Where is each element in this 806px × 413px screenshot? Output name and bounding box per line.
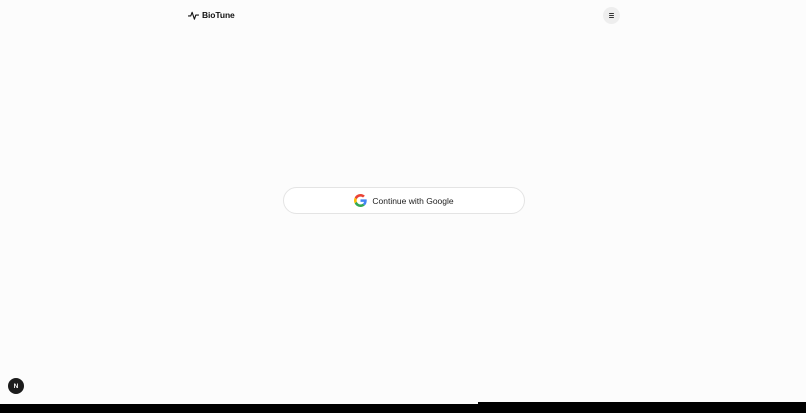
menu-button[interactable] <box>603 6 620 24</box>
bottom-bar-right <box>478 402 806 413</box>
hamburger-icon <box>609 12 614 18</box>
brand-name: BioTune <box>202 10 235 20</box>
bottom-bar-left <box>0 404 478 413</box>
header: BioTune <box>188 6 620 24</box>
dev-tools-badge[interactable]: N <box>8 378 24 394</box>
page: BioTune Continue with Google N <box>0 0 806 413</box>
brand-link[interactable]: BioTune <box>188 10 235 21</box>
continue-with-google-button[interactable]: Continue with Google <box>283 187 525 214</box>
dev-badge-letter: N <box>13 382 19 390</box>
pulse-icon <box>188 10 199 21</box>
google-button-label: Continue with Google <box>372 195 454 206</box>
google-icon <box>354 194 368 207</box>
